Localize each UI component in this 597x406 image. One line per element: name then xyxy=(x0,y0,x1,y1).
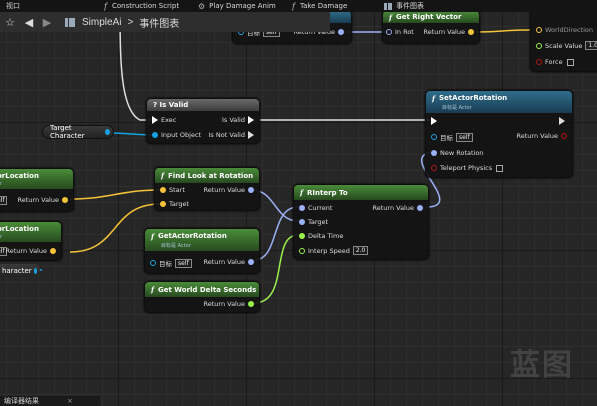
input-object-pin[interactable] xyxy=(152,132,158,138)
tab-construction-script[interactable]: f Construction Script xyxy=(104,0,179,12)
breadcrumb-blueprint[interactable]: SimpleAi xyxy=(82,17,121,28)
teleport-physics-pin[interactable] xyxy=(431,165,437,171)
is-valid-exec-pin[interactable] xyxy=(248,116,254,124)
get-world-delta-seconds-node[interactable]: f Get World Delta Seconds Return Value xyxy=(144,281,260,313)
graph-toolbar: ☆ ◀ ▶ SimpleAi > 事件图表 xyxy=(0,12,330,32)
node-title: GetActorRotation xyxy=(158,232,227,240)
interp-speed-pin[interactable] xyxy=(299,247,305,254)
get-actor-location-node-1[interactable]: orLocation or elf Return Value xyxy=(0,168,74,212)
tab-play-damage-anim[interactable]: ⚙ Play Damage Anim xyxy=(198,0,276,12)
return-pin[interactable] xyxy=(561,133,567,139)
function-icon: f xyxy=(432,93,436,103)
tab-take-damage[interactable]: f Take Damage xyxy=(292,0,347,12)
self-box[interactable]: elf xyxy=(0,196,8,205)
exec-out-pin[interactable] xyxy=(559,117,565,125)
forward-arrow-icon[interactable]: ▶ xyxy=(38,16,56,29)
find-look-at-rotation-node[interactable]: f Find Look at Rotation Start Return Val… xyxy=(154,167,260,211)
node-title: RInterp To xyxy=(307,188,348,197)
rotator-wire-current xyxy=(253,206,299,261)
scale-value-box[interactable]: 1.0 xyxy=(585,41,597,50)
interp-speed-field[interactable]: 2.0 xyxy=(352,246,369,255)
tab-event-graph[interactable]: 事件图表 xyxy=(384,0,424,12)
node-title: Get World Delta Seconds xyxy=(158,285,257,294)
target-pin[interactable] xyxy=(299,219,305,225)
watermark: 蓝图 xyxy=(510,348,574,383)
node-title: Get Right Vector xyxy=(396,13,462,21)
return-pin[interactable] xyxy=(62,197,68,203)
function-icon: f xyxy=(389,12,393,22)
force-pin[interactable] xyxy=(536,59,542,65)
gear-icon: ⚙ xyxy=(198,1,206,11)
node-title: Find Look at Rotation xyxy=(168,171,254,180)
force-checkbox[interactable] xyxy=(566,58,574,66)
tab-viewport[interactable]: 视口 xyxy=(6,0,20,12)
favorite-star-icon[interactable]: ☆ xyxy=(0,16,20,29)
function-icon: f xyxy=(161,171,165,180)
function-icon: f xyxy=(151,231,155,241)
start-pin[interactable] xyxy=(160,187,166,193)
vector-wire-start xyxy=(69,189,161,200)
in-rot-pin[interactable] xyxy=(386,29,392,35)
float-wire-delta xyxy=(253,234,299,304)
target-character-pin[interactable] xyxy=(104,129,110,135)
tab-bar: 视口 f Construction Script ⚙ Play Damage A… xyxy=(0,0,597,12)
return-pin[interactable] xyxy=(50,248,56,254)
event-graph-icon xyxy=(62,17,82,27)
self-box[interactable]: self xyxy=(175,258,192,268)
get-actor-location-node-2[interactable]: orLocation or elf Return Value xyxy=(0,221,62,261)
node-title: ? Is Valid xyxy=(153,101,189,109)
vector-wire-top xyxy=(475,29,531,33)
get-actor-rotation-node[interactable]: f GetActorRotation 目标是 Actor 目标 self Retu… xyxy=(144,228,260,274)
node-title: orLocation xyxy=(0,224,39,233)
breadcrumb-graph[interactable]: 事件图表 xyxy=(139,15,179,30)
close-icon[interactable]: × xyxy=(67,397,73,405)
current-pin[interactable] xyxy=(299,205,305,211)
is-valid-node[interactable]: ? Is Valid Exec Is Valid Input Object Is… xyxy=(146,98,260,144)
function-icon: f xyxy=(300,188,304,197)
self-box[interactable]: self xyxy=(456,132,473,142)
return-pin[interactable] xyxy=(248,301,254,307)
exec-in-pin[interactable] xyxy=(152,116,158,124)
character-variable[interactable]: haracter xyxy=(0,264,40,277)
set-actor-rotation-node[interactable]: f SetActorRotation 目标是 Actor 目标 self Retu… xyxy=(425,90,573,178)
return-pin[interactable] xyxy=(417,205,423,211)
world-direction-pin[interactable] xyxy=(536,27,542,33)
teleport-physics-checkbox[interactable] xyxy=(496,164,504,172)
is-not-valid-exec-pin[interactable] xyxy=(248,131,254,139)
function-icon: f xyxy=(104,1,107,11)
target-pin[interactable] xyxy=(150,260,156,266)
function-icon: f xyxy=(292,1,295,11)
rinterp-to-node[interactable]: f RInterp To Current Return Value Target… xyxy=(293,184,429,260)
node-title: SetActorRotation xyxy=(439,94,508,102)
delta-time-pin[interactable] xyxy=(299,233,305,239)
new-rotation-pin[interactable] xyxy=(431,150,437,156)
target-pin[interactable] xyxy=(431,134,437,140)
exec-in-pin[interactable] xyxy=(431,117,437,125)
get-right-vector-node[interactable]: f Get Right Vector In Rot Return Value xyxy=(382,10,480,44)
return-pin[interactable] xyxy=(468,29,474,35)
function-icon: f xyxy=(151,285,155,294)
event-graph-canvas[interactable]: 目标 self Return Value f Get Right Vector … xyxy=(0,0,597,406)
scale-value-pin[interactable] xyxy=(536,42,542,49)
event-graph-icon xyxy=(384,2,392,10)
return-pin[interactable] xyxy=(248,187,254,193)
character-pin[interactable] xyxy=(33,267,37,274)
compiler-results-tab[interactable]: 编译器结果 × xyxy=(0,396,100,406)
back-arrow-icon[interactable]: ◀ xyxy=(20,16,38,29)
breadcrumb-separator: > xyxy=(127,16,134,28)
return-pin[interactable] xyxy=(248,259,254,265)
return-pin[interactable] xyxy=(338,29,344,35)
node-title: orLocation xyxy=(0,171,39,180)
target-pin[interactable] xyxy=(160,201,166,207)
target-character-variable[interactable]: Target Character xyxy=(42,124,114,140)
